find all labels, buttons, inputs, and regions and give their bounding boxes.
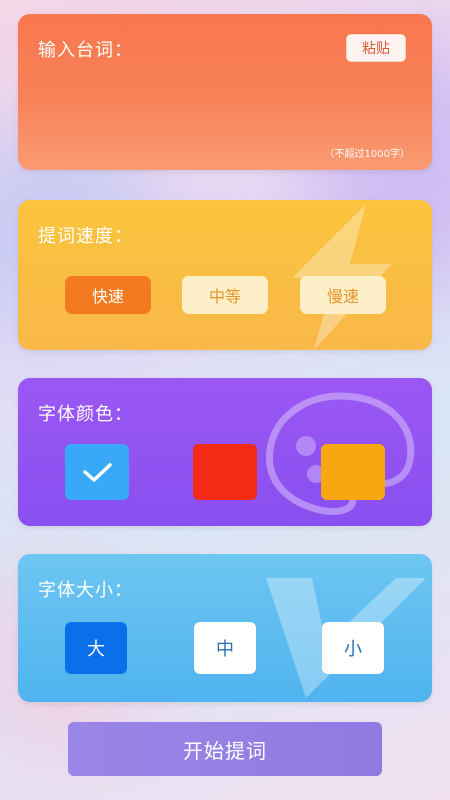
color-swatch-red[interactable] [193,444,257,500]
color-swatch-blue[interactable] [65,444,129,500]
script-input-card[interactable]: 输入台词： 粘贴 （不超过1000字） [18,14,432,170]
font-size-card: 字体大小： 大 中 小 [18,554,432,702]
input-title: 输入台词： [38,40,133,61]
color-swatch-orange[interactable] [321,444,385,500]
check-icon [83,463,112,482]
font-color-title: 字体颜色： [38,404,133,425]
size-small-button[interactable]: 小 [322,622,384,674]
size-large-button[interactable]: 大 [65,622,127,674]
speed-medium-button[interactable]: 中等 [182,276,268,314]
speed-card: 提词速度： 快速 中等 慢速 [18,200,432,350]
script-text-area[interactable] [38,74,412,136]
start-prompt-button[interactable]: 开始提词 [68,722,382,776]
speed-slow-button[interactable]: 慢速 [300,276,386,314]
char-limit-hint: （不超过1000字） [324,149,410,160]
font-size-title: 字体大小： [38,580,133,601]
font-color-card: 字体颜色： [18,378,432,526]
speed-fast-button[interactable]: 快速 [65,276,151,314]
speed-title: 提词速度： [38,226,133,247]
size-medium-button[interactable]: 中 [194,622,256,674]
paste-button[interactable]: 粘贴 [346,34,406,62]
